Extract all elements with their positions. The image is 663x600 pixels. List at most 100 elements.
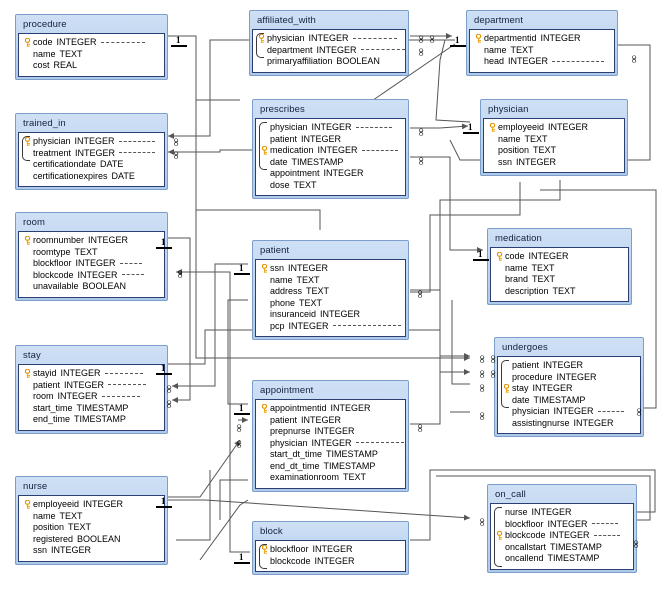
field-row[interactable]: stay INTEGER <box>501 383 636 395</box>
entity-room[interactable]: room roomnumber INTEGER roomtype TEXT blockfl… <box>15 212 168 301</box>
field-row[interactable]: ssn INTEGER <box>259 263 401 275</box>
field-row[interactable]: ssn INTEGER <box>22 545 160 557</box>
field-type: INTEGER <box>531 507 572 517</box>
field-row[interactable]: physician INTEGER <box>22 136 160 148</box>
entity-undergoes[interactable]: undergoes patient INTEGER procedure INTEGER s… <box>494 337 644 437</box>
field-row[interactable]: phone TEXT <box>259 298 401 310</box>
entity-affiliated_with[interactable]: affiliated_with physician INTEGER departmen… <box>249 10 409 76</box>
field-row[interactable]: start_time TIMESTAMP <box>22 403 160 415</box>
field-row[interactable]: blockfloor INTEGER <box>259 544 401 556</box>
entity-medication[interactable]: medication code INTEGER name TEXT brand TEXT de… <box>487 228 632 305</box>
field-row[interactable]: position TEXT <box>487 145 620 157</box>
entity-physician[interactable]: physician employeeid INTEGER name TEXT positi… <box>480 99 628 176</box>
field-key-slot-empty <box>259 180 270 192</box>
field-row[interactable]: primaryaffiliation BOOLEAN <box>256 56 401 68</box>
field-row[interactable]: blockcode INTEGER <box>494 530 629 542</box>
field-row[interactable]: ssn INTEGER <box>487 157 620 169</box>
entity-prescribes[interactable]: prescribes physician INTEGER patient INTEGER… <box>252 99 409 199</box>
field-name: stay <box>512 383 529 393</box>
field-row[interactable]: name TEXT <box>487 134 620 146</box>
field-row[interactable]: certificationexpires DATE <box>22 171 160 183</box>
entity-department[interactable]: department departmentid INTEGER name TEXT hea… <box>466 10 618 76</box>
field-row[interactable]: roomtype TEXT <box>22 247 160 259</box>
field-row[interactable]: insuranceid INTEGER <box>259 309 401 321</box>
field-row[interactable]: appointment INTEGER <box>259 168 401 180</box>
entity-title-prescribes: prescribes <box>260 104 305 115</box>
field-row[interactable]: date TIMESTAMP <box>501 395 636 407</box>
field-row[interactable]: head INTEGER <box>473 56 610 68</box>
field-row[interactable]: registered BOOLEAN <box>22 534 160 546</box>
field-type: INTEGER <box>320 309 361 319</box>
entity-nurse[interactable]: nurse employeeid INTEGER name TEXT position TE… <box>15 476 168 565</box>
field-row[interactable]: blockcode INTEGER <box>259 556 401 568</box>
field-row[interactable]: employeeid INTEGER <box>487 122 620 134</box>
field-row[interactable]: brand TEXT <box>494 274 624 286</box>
cardinality-many: ∞ <box>627 55 640 63</box>
field-name: name <box>33 48 56 59</box>
field-type: INTEGER <box>547 518 588 529</box>
field-row[interactable]: name TEXT <box>22 49 160 61</box>
field-row[interactable]: blockfloor INTEGER <box>494 519 629 531</box>
field-row[interactable]: end_dt_time TIMESTAMP <box>259 461 401 473</box>
primary-key-icon <box>259 145 270 157</box>
field-row[interactable]: oncallstart TIMESTAMP <box>494 542 629 554</box>
field-row[interactable]: procedure INTEGER <box>501 372 636 384</box>
field-row[interactable]: department INTEGER <box>256 45 405 57</box>
field-row[interactable]: date TIMESTAMP <box>259 157 401 169</box>
entity-procedure[interactable]: procedure code INTEGER name TEXT cost REAL <box>15 14 168 80</box>
field-row[interactable]: physician INTEGER <box>259 122 401 134</box>
entity-stay[interactable]: stay stayid INTEGER patient INTEGER room INTEG… <box>15 345 168 434</box>
entity-trained_in[interactable]: trained_in physician INTEGER treatment INTEG… <box>15 113 168 190</box>
field-row[interactable]: position TEXT <box>22 522 160 534</box>
field-row[interactable]: prepnurse INTEGER <box>259 426 401 438</box>
field-row[interactable]: start_dt_time TIMESTAMP <box>259 449 401 461</box>
field-row[interactable]: patient INTEGER <box>259 415 401 427</box>
field-row[interactable]: employeeid INTEGER <box>22 499 160 511</box>
field-name: blockcode <box>33 269 74 280</box>
field-row[interactable]: pcp INTEGER <box>259 321 401 333</box>
field-row[interactable]: stayid INTEGER <box>22 368 160 380</box>
cardinality-many: ∞ <box>475 412 488 420</box>
field-row[interactable]: blockfloor INTEGER <box>22 258 160 270</box>
field-row[interactable]: name TEXT <box>473 45 610 57</box>
field-row[interactable]: name TEXT <box>22 511 160 523</box>
field-row[interactable]: physician INTEGER <box>259 438 404 450</box>
field-row[interactable]: nurse INTEGER <box>494 507 629 519</box>
field-row[interactable]: dose TEXT <box>259 180 401 192</box>
field-row[interactable]: patient INTEGER <box>501 360 636 372</box>
entity-patient[interactable]: patient ssn INTEGER name TEXT address TEXT phon… <box>252 240 409 340</box>
field-row[interactable]: unavailable BOOLEAN <box>22 281 160 293</box>
field-row[interactable]: treatment INTEGER <box>22 148 160 160</box>
field-row[interactable]: roomnumber INTEGER <box>22 235 160 247</box>
field-row[interactable]: patient INTEGER <box>22 380 160 392</box>
field-row[interactable]: code INTEGER <box>494 251 624 263</box>
entity-appointment[interactable]: appointment appointmentid INTEGER patient IN… <box>252 380 409 492</box>
field-row[interactable]: appointmentid INTEGER <box>259 403 401 415</box>
field-row[interactable]: departmentid INTEGER <box>473 33 610 45</box>
entity-on_call[interactable]: on_call nurse INTEGER blockfloor INTEGER bloc… <box>487 484 637 573</box>
field-row[interactable]: name TEXT <box>494 263 624 275</box>
foreign-key-dash <box>355 126 392 129</box>
field-row[interactable]: oncallend TIMESTAMP <box>494 553 629 565</box>
entity-title-physician: physician <box>488 104 529 115</box>
entity-block[interactable]: block blockfloor INTEGER blockcode INTEGER <box>252 521 409 575</box>
field-row[interactable]: assistingnurse INTEGER <box>501 418 636 430</box>
field-key-slot-empty <box>473 56 484 68</box>
field-row[interactable]: examinationroom TEXT <box>259 472 401 484</box>
field-key-slot-empty <box>22 247 33 259</box>
field-row[interactable]: blockcode INTEGER <box>22 270 160 282</box>
field-row[interactable]: description TEXT <box>494 286 624 298</box>
field-row[interactable]: end_time TIMESTAMP <box>22 414 160 426</box>
field-row[interactable]: room INTEGER <box>22 391 160 403</box>
field-row[interactable]: cost REAL <box>22 60 160 72</box>
field-name: roomnumber <box>33 235 85 245</box>
field-row[interactable]: patient INTEGER <box>259 134 401 146</box>
field-row[interactable]: medication INTEGER <box>259 145 401 157</box>
field-row[interactable]: name TEXT <box>259 275 401 287</box>
field-row[interactable]: code INTEGER <box>22 37 160 49</box>
field-row[interactable]: certificationdate DATE <box>22 159 160 171</box>
field-row[interactable]: physician INTEGER <box>501 406 636 418</box>
field-key-slot-empty <box>494 542 505 554</box>
field-row[interactable]: address TEXT <box>259 286 401 298</box>
field-row[interactable]: physician INTEGER <box>256 33 401 45</box>
